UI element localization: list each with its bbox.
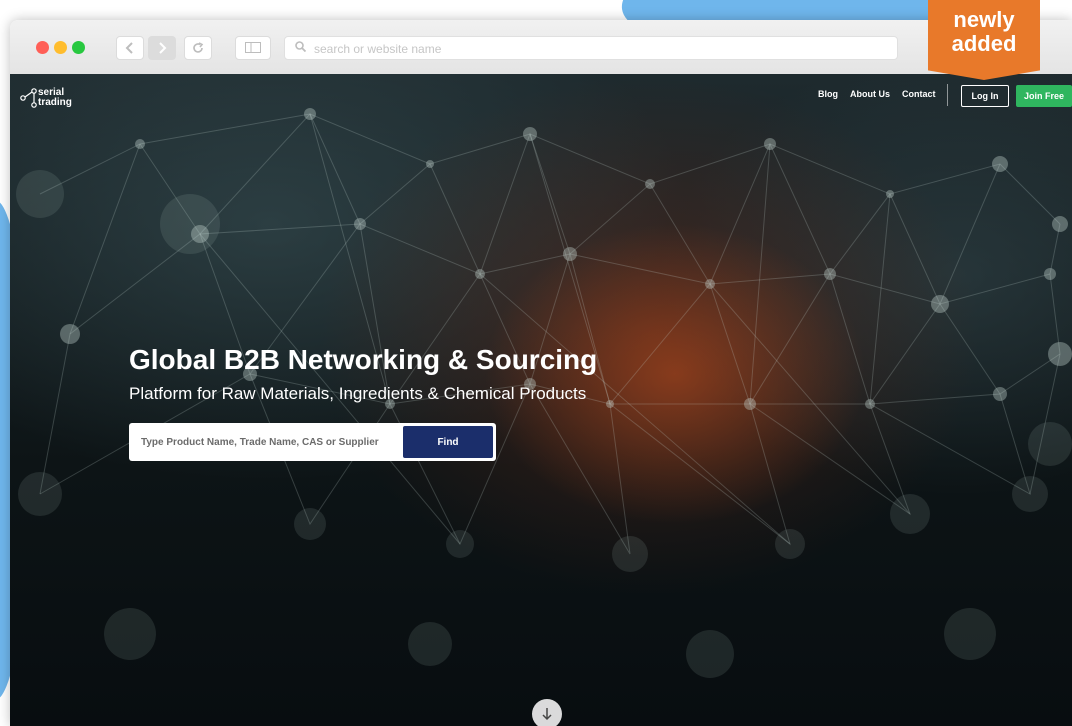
sidebar-icon: [245, 42, 261, 53]
join-free-button[interactable]: Join Free: [1016, 85, 1072, 107]
browser-toolbar: search or website name: [10, 20, 1072, 75]
reload-icon: [193, 42, 204, 53]
address-bar[interactable]: search or website name: [284, 36, 898, 60]
product-search-input[interactable]: [129, 423, 399, 461]
search-icon: [295, 40, 307, 55]
badge-line-2: added: [951, 31, 1017, 56]
logo-line-2: trading: [38, 97, 72, 108]
maximize-window-dot[interactable]: [72, 41, 85, 54]
product-search-box: Find: [129, 423, 496, 461]
arrow-down-icon: [542, 708, 552, 721]
logo-text: serial trading: [38, 88, 72, 108]
hero-headline: Global B2B Networking & Sourcing: [129, 344, 598, 375]
sidebar-toggle-button[interactable]: [235, 36, 271, 60]
browser-window: search or website name serial trading Bl…: [10, 20, 1072, 726]
address-placeholder: search or website name: [314, 42, 442, 56]
hero-subheadline: Platform for Raw Materials, Ingredients …: [129, 384, 587, 403]
close-window-dot[interactable]: [36, 41, 49, 54]
chevron-right-icon: [159, 42, 167, 54]
back-button[interactable]: [116, 36, 144, 60]
newly-added-badge: newly added: [928, 0, 1040, 80]
nav-divider: [947, 84, 948, 106]
reload-button[interactable]: [184, 36, 212, 60]
minimize-window-dot[interactable]: [54, 41, 67, 54]
hero-section: serial trading Blog About Us Contact Log…: [10, 74, 1072, 726]
find-button[interactable]: Find: [403, 426, 493, 458]
nav-blog-link[interactable]: Blog: [818, 89, 838, 99]
scroll-down-button[interactable]: [532, 699, 562, 726]
forward-button[interactable]: [148, 36, 176, 60]
logo-mark-icon: [20, 88, 37, 108]
chevron-left-icon: [125, 42, 133, 54]
nav-about-link[interactable]: About Us: [850, 89, 890, 99]
badge-line-1: newly: [953, 7, 1015, 32]
nav-contact-link[interactable]: Contact: [902, 89, 936, 99]
login-button[interactable]: Log In: [961, 85, 1009, 107]
